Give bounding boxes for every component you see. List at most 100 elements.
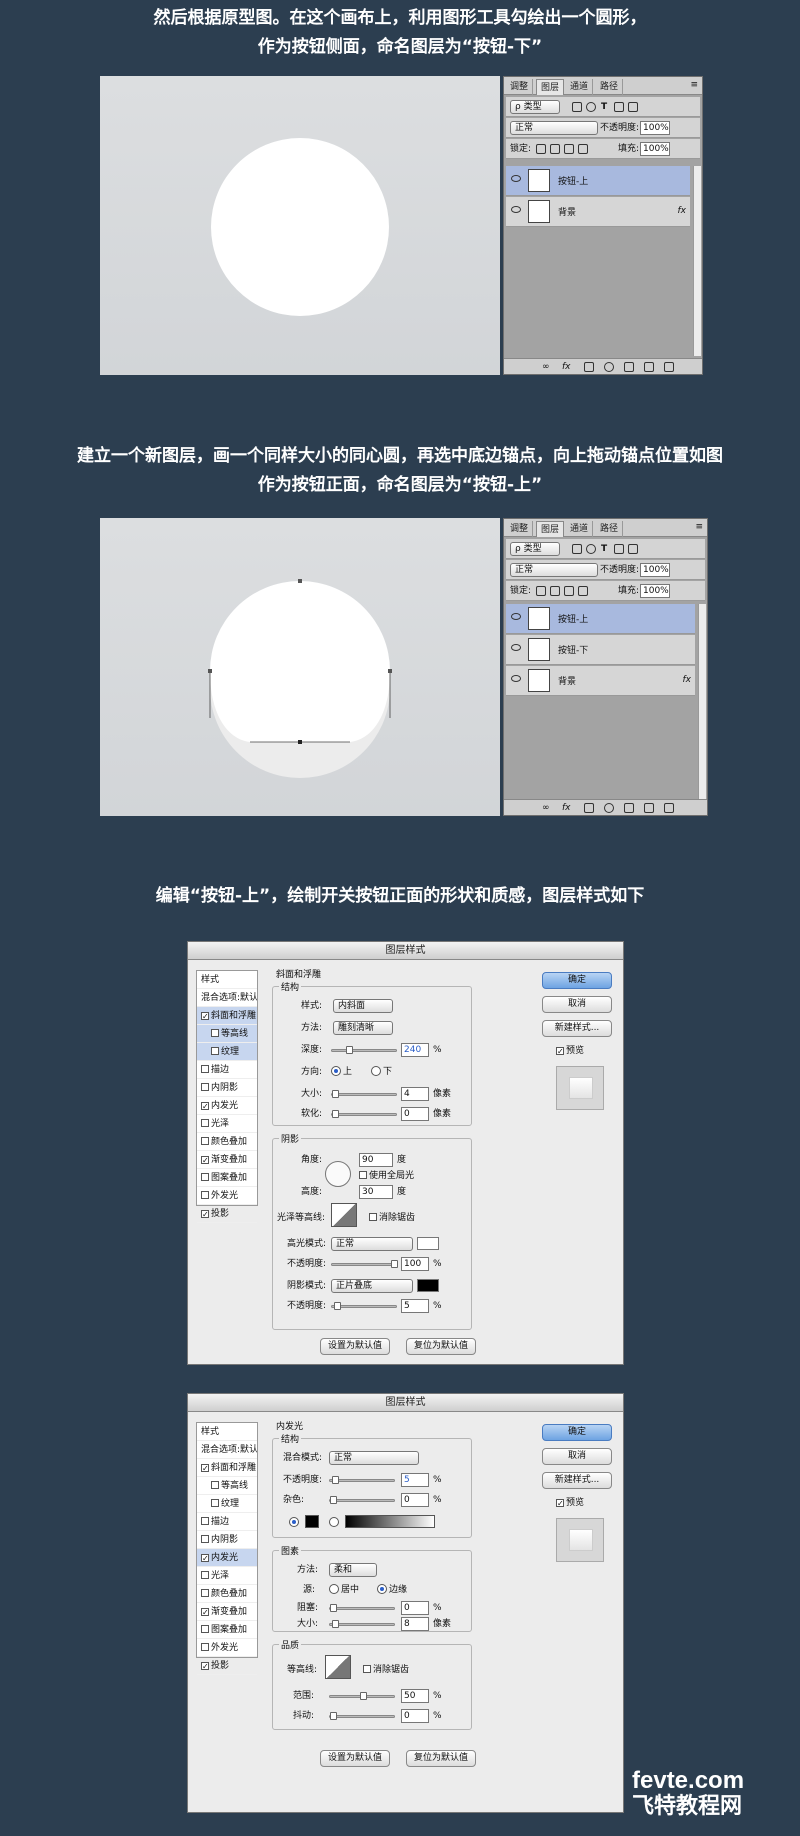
antialias-checkbox[interactable]: 消除锯齿	[369, 1211, 415, 1225]
style-item-outer-glow[interactable]: 外发光	[197, 1639, 257, 1657]
glow-opacity-input[interactable]: 5	[401, 1473, 429, 1487]
blend-mode-select[interactable]: 正常	[510, 121, 598, 135]
circle-shape[interactable]	[211, 138, 389, 316]
eye-icon[interactable]	[511, 206, 521, 213]
filter-pixel-icon[interactable]	[572, 544, 582, 554]
style-item-drop-shadow[interactable]: ✓ 投影	[197, 1205, 257, 1223]
fx-footer-icon[interactable]: fx	[562, 360, 571, 374]
make-default-button[interactable]: 设置为默认值	[320, 1338, 390, 1355]
ok-button[interactable]: 确定	[542, 972, 612, 989]
checkbox-checked[interactable]: ✓	[201, 1156, 209, 1165]
styles-header[interactable]: 样式	[197, 1423, 257, 1441]
concentric-circles[interactable]	[100, 518, 500, 816]
canvas-1[interactable]	[100, 76, 500, 375]
folder-icon[interactable]	[624, 803, 634, 813]
filter-shape-icon[interactable]	[614, 544, 624, 554]
layer-name[interactable]: 背景	[558, 674, 576, 687]
opacity-input[interactable]: 100%	[640, 121, 670, 135]
cancel-button[interactable]: 取消	[542, 1448, 612, 1465]
checkbox[interactable]	[201, 1065, 209, 1073]
source-edge-radio[interactable]: 边缘	[377, 1583, 407, 1597]
lock-move-icon[interactable]	[564, 144, 574, 154]
canvas-2[interactable]	[100, 518, 500, 816]
glow-size-input[interactable]: 8	[401, 1617, 429, 1631]
preview-checkbox[interactable]: ✓ 预览	[556, 1496, 584, 1510]
direction-up-radio[interactable]: 上	[331, 1065, 352, 1079]
size-input[interactable]: 4	[401, 1087, 429, 1101]
angle-input[interactable]: 90	[359, 1153, 393, 1167]
style-item-satin[interactable]: 光泽	[197, 1115, 257, 1133]
preview-checkbox[interactable]: ✓ 预览	[556, 1044, 584, 1058]
style-item-bevel[interactable]: ✓ 斜面和浮雕	[197, 1007, 257, 1025]
layer-name[interactable]: 按钮-上	[558, 174, 588, 187]
lock-move-icon[interactable]	[564, 586, 574, 596]
tab-paths[interactable]: 路径	[596, 79, 624, 95]
style-item-inner-glow[interactable]: ✓ 内发光	[197, 1549, 257, 1567]
jitter-input[interactable]: 0	[401, 1709, 429, 1723]
checkbox[interactable]	[201, 1173, 209, 1181]
adjustment-icon[interactable]	[604, 362, 614, 372]
glow-gradient-picker[interactable]	[345, 1515, 435, 1528]
highlight-opacity-input[interactable]: 100	[401, 1257, 429, 1271]
style-item-inner-shadow[interactable]: 内阴影	[197, 1079, 257, 1097]
lock-brush-icon[interactable]	[550, 586, 560, 596]
glow-color-swatch[interactable]	[305, 1515, 319, 1528]
lock-transparent-icon[interactable]	[536, 586, 546, 596]
style-item-pattern-overlay[interactable]: 图案叠加	[197, 1621, 257, 1639]
panel-menu-icon[interactable]: ≡	[690, 78, 698, 92]
lock-transparent-icon[interactable]	[536, 144, 546, 154]
choke-slider[interactable]	[329, 1604, 395, 1612]
layer-name[interactable]: 按钮-上	[558, 612, 588, 625]
filter-adjust-icon[interactable]	[586, 102, 596, 112]
style-item-contour[interactable]: 等高线	[197, 1025, 257, 1043]
trash-icon[interactable]	[664, 803, 674, 813]
highlight-color-swatch[interactable]	[417, 1237, 439, 1250]
layer-name[interactable]: 背景	[558, 205, 576, 218]
mask-icon[interactable]	[584, 803, 594, 813]
ok-button[interactable]: 确定	[542, 1424, 612, 1441]
make-default-button[interactable]: 设置为默认值	[320, 1750, 390, 1767]
shadow-color-swatch[interactable]	[417, 1279, 439, 1292]
glow-technique-select[interactable]: 柔和	[329, 1563, 377, 1577]
style-item-texture[interactable]: 纹理	[197, 1495, 257, 1513]
panel-scrollbar[interactable]	[693, 166, 701, 356]
filter-type-icon[interactable]: T	[601, 542, 607, 556]
opacity-input[interactable]: 100%	[640, 563, 670, 577]
adjustment-icon[interactable]	[604, 803, 614, 813]
checkbox-checked[interactable]: ✓	[201, 1210, 209, 1219]
soften-slider[interactable]	[331, 1110, 397, 1118]
lock-all-icon[interactable]	[578, 586, 588, 596]
style-item-color-overlay[interactable]: 颜色叠加	[197, 1133, 257, 1151]
styles-header[interactable]: 样式	[197, 971, 257, 989]
mask-icon[interactable]	[584, 362, 594, 372]
gradient-radio[interactable]	[329, 1517, 339, 1527]
new-style-button[interactable]: 新建样式...	[542, 1472, 612, 1489]
source-center-radio[interactable]: 居中	[329, 1583, 359, 1597]
checkbox[interactable]	[201, 1535, 209, 1543]
eye-icon[interactable]	[511, 644, 521, 651]
link-icon[interactable]: ∞	[542, 360, 550, 374]
checkbox-checked[interactable]: ✓	[201, 1012, 209, 1021]
layer-name[interactable]: 按钮-下	[558, 643, 588, 656]
lock-all-icon[interactable]	[578, 144, 588, 154]
lock-brush-icon[interactable]	[550, 144, 560, 154]
shadow-opacity-slider[interactable]	[331, 1302, 397, 1310]
tab-layers[interactable]: 图层	[536, 521, 565, 537]
panel-menu-icon[interactable]: ≡	[695, 520, 703, 534]
style-item-gradient-overlay[interactable]: ✓ 渐变叠加	[197, 1151, 257, 1169]
checkbox-checked[interactable]: ✓	[201, 1608, 209, 1617]
fx-icon[interactable]: fx	[678, 204, 687, 218]
reset-default-button[interactable]: 复位为默认值	[406, 1338, 476, 1355]
cancel-button[interactable]: 取消	[542, 996, 612, 1013]
shadow-opacity-input[interactable]: 5	[401, 1299, 429, 1313]
tab-paths[interactable]: 路径	[596, 521, 624, 537]
panel-scrollbar[interactable]	[698, 604, 706, 799]
blend-mode-select[interactable]: 正常	[510, 563, 598, 577]
fill-input[interactable]: 100%	[640, 142, 670, 156]
style-item-pattern-overlay[interactable]: 图案叠加	[197, 1169, 257, 1187]
reset-default-button[interactable]: 复位为默认值	[406, 1750, 476, 1767]
eye-icon[interactable]	[511, 175, 521, 182]
checkbox[interactable]	[201, 1625, 209, 1633]
checkbox[interactable]	[201, 1571, 209, 1579]
highlight-opacity-slider[interactable]	[331, 1260, 398, 1268]
